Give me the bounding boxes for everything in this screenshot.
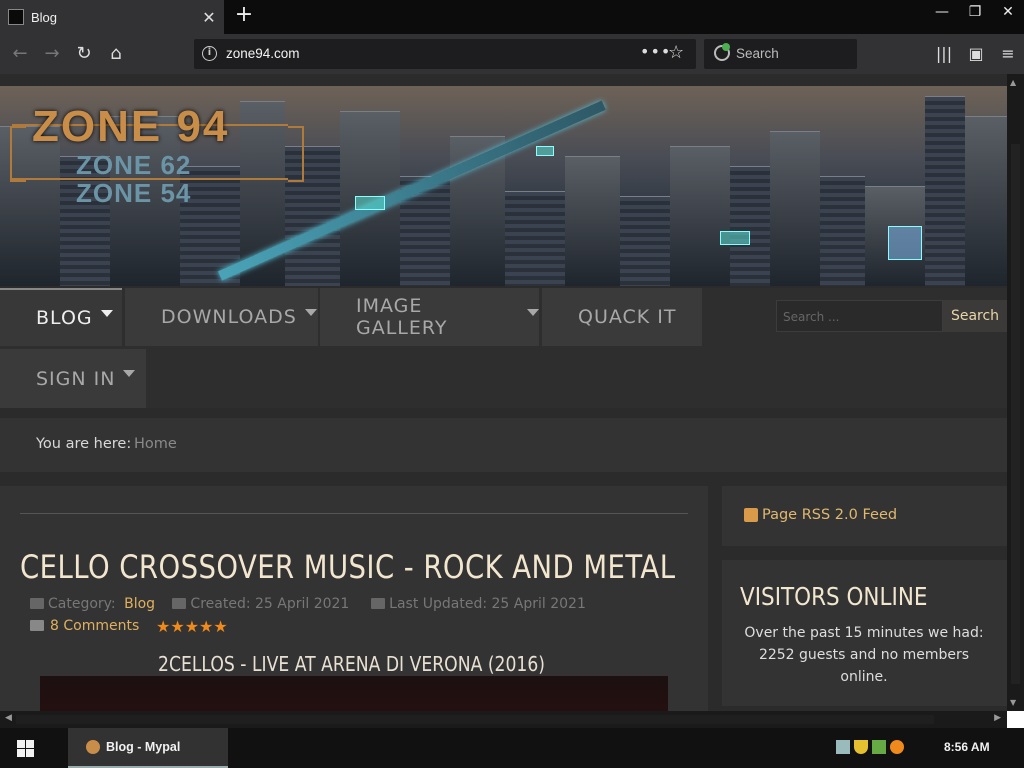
logo-sub-text-2: ZONE 54 xyxy=(76,178,192,208)
minimize-icon[interactable]: — xyxy=(926,0,958,26)
site-banner: ZONE 94 ZONE 62 ZONE 54 xyxy=(0,86,1007,286)
restore-icon[interactable]: ❐ xyxy=(959,0,991,26)
page-viewport: ZONE 94 ZONE 62 ZONE 54 BLOG DOWNLOADS I… xyxy=(0,74,1007,711)
tab-bar: Blog ✕ + — ❐ ✕ xyxy=(0,0,1024,34)
home-icon[interactable]: ⌂ xyxy=(102,41,130,67)
search-engine-icon xyxy=(714,43,730,61)
scroll-up-icon[interactable]: ▲ xyxy=(1010,78,1016,87)
visitors-text: Over the past 15 minutes we had: 2252 gu… xyxy=(744,625,984,685)
chevron-down-icon xyxy=(304,308,317,316)
article-title[interactable]: CELLO CROSSOVER MUSIC - ROCK AND METAL xyxy=(20,548,675,586)
browser-search-box[interactable]: Search xyxy=(704,39,857,69)
menu-item-image-gallery[interactable]: IMAGE GALLERY xyxy=(320,288,539,346)
chevron-down-icon xyxy=(123,370,136,377)
breadcrumb-home[interactable]: Home xyxy=(134,436,177,452)
comment-icon xyxy=(30,620,44,631)
article: CELLO CROSSOVER MUSIC - ROCK AND METAL C… xyxy=(0,486,708,711)
comments-link[interactable]: 8 Comments xyxy=(30,618,139,634)
logo-main-text: ZONE 94 xyxy=(32,102,230,151)
taskbar-app-mypal[interactable]: Blog - Mypal xyxy=(68,728,228,768)
mypal-icon xyxy=(86,740,100,754)
system-tray xyxy=(836,740,904,754)
breadcrumb: You are here: Home xyxy=(0,418,1007,472)
menu-item-downloads[interactable]: DOWNLOADS xyxy=(125,288,318,346)
network-icon[interactable] xyxy=(836,740,850,754)
site-search-input[interactable]: Search ... xyxy=(776,300,943,332)
sidebar-toggle-icon[interactable]: ▣ xyxy=(960,41,992,67)
scroll-right-icon[interactable]: ▶ xyxy=(994,713,1001,723)
created-date: Created: 25 April 2021 xyxy=(190,596,350,612)
address-bar[interactable]: i zone94.com ••• ☆ xyxy=(194,39,696,69)
calendar-icon xyxy=(371,598,386,609)
rating-stars: ★★★★★ xyxy=(156,617,228,636)
star-icon[interactable]: ★ xyxy=(156,617,170,636)
main-menu: BLOG DOWNLOADS IMAGE GALLERY QUACK IT SI… xyxy=(0,288,1007,408)
video-embed[interactable] xyxy=(40,676,668,711)
security-icon[interactable] xyxy=(872,740,886,754)
clock[interactable]: 8:56 AM xyxy=(944,740,990,754)
star-icon[interactable]: ★ xyxy=(170,617,184,636)
rss-icon xyxy=(744,508,758,522)
forward-icon[interactable]: → xyxy=(38,41,66,67)
star-icon[interactable]: ★ xyxy=(185,617,199,636)
chevron-down-icon xyxy=(527,308,539,316)
star-icon[interactable]: ★ xyxy=(199,617,213,636)
menu-item-blog[interactable]: BLOG xyxy=(0,288,122,346)
scroll-down-icon[interactable]: ▼ xyxy=(1010,698,1016,707)
toolbar-right: ||| ▣ ≡ xyxy=(928,41,1024,67)
back-icon[interactable]: ← xyxy=(6,41,34,67)
search-icon[interactable] xyxy=(890,740,904,754)
horizontal-scrollbar[interactable]: ◀ ▶ xyxy=(0,711,1007,728)
close-tab-icon[interactable]: ✕ xyxy=(194,8,224,27)
url-text: zone94.com xyxy=(226,46,300,61)
bookmark-star-icon[interactable]: ☆ xyxy=(668,42,684,63)
new-tab-icon[interactable]: + xyxy=(232,4,256,28)
breadcrumb-label: You are here: xyxy=(36,436,132,452)
rss-link[interactable]: Page RSS 2.0 Feed xyxy=(762,507,897,523)
reload-icon[interactable]: ↻ xyxy=(70,41,98,67)
chevron-down-icon xyxy=(100,309,113,317)
browser-search-placeholder: Search xyxy=(736,46,779,61)
scrollbar-corner xyxy=(1007,711,1024,728)
window-controls: — ❐ ✕ xyxy=(925,0,1024,30)
tab-title: Blog xyxy=(31,9,58,25)
visitors-title: VISITORS ONLINE xyxy=(740,582,928,611)
folder-icon xyxy=(30,598,44,609)
close-window-icon[interactable]: ✕ xyxy=(992,0,1024,26)
vertical-scrollbar[interactable]: ▲ ▼ xyxy=(1007,74,1024,711)
library-icon[interactable]: ||| xyxy=(928,41,960,67)
navigation-bar: ← → ↻ ⌂ i zone94.com ••• ☆ Search ||| ▣ … xyxy=(0,34,1024,74)
page-actions-icon[interactable]: ••• xyxy=(640,42,671,61)
updated-date: Last Updated: 25 April 2021 xyxy=(389,596,586,612)
menu-item-quack-it[interactable]: QUACK IT xyxy=(542,288,702,346)
windows-start-icon[interactable] xyxy=(17,740,34,757)
star-icon[interactable]: ★ xyxy=(213,617,227,636)
site-search-button[interactable]: Search xyxy=(943,300,1007,332)
article-subtitle: 2CELLOS - LIVE AT ARENA DI VERONA (2016) xyxy=(158,652,546,676)
menu-item-sign-in[interactable]: SIGN IN xyxy=(0,349,146,408)
rss-module: Page RSS 2.0 Feed xyxy=(722,486,1007,546)
site-info-icon[interactable]: i xyxy=(202,46,217,61)
visitors-module: VISITORS ONLINE Over the past 15 minutes… xyxy=(722,560,1007,706)
logo-sub-text-1: ZONE 62 xyxy=(76,150,192,180)
calendar-icon xyxy=(172,598,187,609)
shield-icon[interactable] xyxy=(854,740,868,754)
article-meta: Category: Blog Created: 25 April 2021 La… xyxy=(30,596,590,612)
menu-icon[interactable]: ≡ xyxy=(992,41,1024,67)
tab-blog[interactable]: Blog ✕ xyxy=(0,0,224,34)
divider xyxy=(20,513,688,514)
taskbar: Blog - Mypal 8:56 AM xyxy=(0,728,1024,768)
category-link[interactable]: Blog xyxy=(124,596,155,612)
favicon-icon xyxy=(8,9,24,25)
scroll-left-icon[interactable]: ◀ xyxy=(5,713,12,723)
